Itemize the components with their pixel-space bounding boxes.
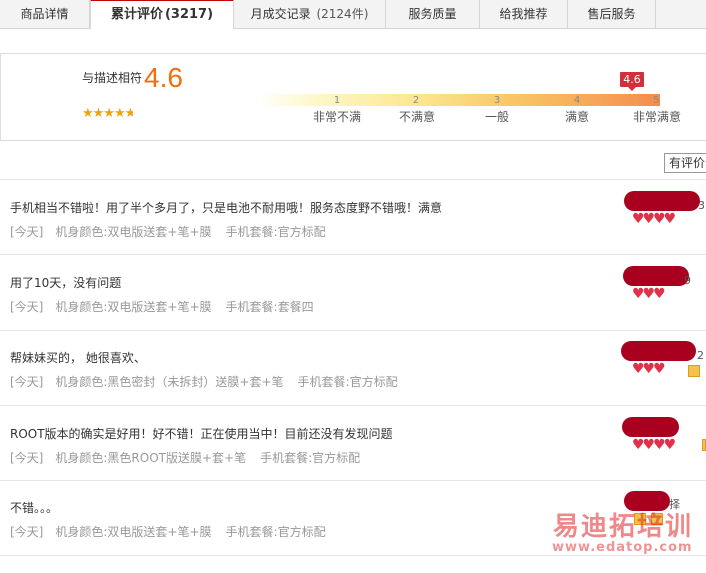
tab-count: (3217)	[164, 7, 214, 22]
review-package: 手机套餐:官方标配	[225, 525, 326, 539]
rating-panel: 与描述相符 4.6 ★★★★★ 4.6 1 2 3 4 5 非常不满 不满意 一…	[0, 53, 706, 141]
review-item: 帮妹妹买的， 她很喜欢、 [今天] 机身颜色:黑色密封（未拆封）送膜+套+笔 手机套…	[0, 341, 706, 423]
tab-count: (2124件)	[316, 7, 369, 21]
review-package: 手机套餐:官方标配	[297, 375, 398, 389]
review-date: [今天]	[10, 525, 44, 539]
review-date: [今天]	[10, 225, 44, 239]
tab-label: 服务质量	[408, 7, 457, 21]
username-redacted[interactable]	[624, 191, 700, 211]
divider	[0, 254, 706, 255]
bar-tick: 1	[333, 95, 341, 106]
score-marker: 4.6	[620, 72, 644, 91]
review-meta: [今天] 机身颜色:黑色ROOT版送膜+套+笔 手机套餐:官方标配	[10, 449, 374, 466]
username-tail: 2	[697, 349, 704, 362]
review-text: 用了10天，没有问题	[10, 276, 122, 290]
review-text: ROOT版本的确实是好用！好不错！正在使用当中！目前还没有发现问题	[10, 427, 393, 441]
review-text: 不错。。。	[10, 501, 59, 515]
level-label: 不满意	[398, 110, 435, 124]
rating-label: 与描述相符	[82, 71, 143, 85]
username-redacted[interactable]	[622, 417, 679, 437]
username-tail: 9	[684, 274, 691, 287]
star-rating: ★★★★★	[82, 106, 133, 121]
bar-tick: 2	[412, 95, 420, 106]
heart-rank-icon: ♥♥♥	[632, 286, 666, 302]
divider	[0, 480, 706, 481]
heart-rank-icon: ♥♥♥	[632, 361, 666, 377]
divider	[0, 405, 706, 406]
rating-gradient-bar	[259, 94, 660, 106]
watermark-url: www.edatop.com	[552, 540, 693, 555]
review-meta: [今天] 机身颜色:双电版送套+笔+膜 手机套餐:套餐四	[10, 298, 328, 315]
tab-recommend[interactable]: 给我推荐	[480, 0, 568, 28]
username-tail: 3	[698, 199, 705, 212]
bar-tick: 3	[493, 95, 501, 106]
review-color: 机身颜色:双电版送套+笔+膜	[55, 225, 212, 239]
level-label: 非常满意	[632, 110, 681, 124]
review-color: 机身颜色:黑色密封（未拆封）送膜+套+笔	[55, 375, 284, 389]
review-package: 手机套餐:官方标配	[260, 451, 361, 465]
vip-badge-icon	[702, 439, 706, 451]
review-text: 帮妹妹买的， 她很喜欢、	[10, 351, 146, 365]
level-label: 一般	[484, 110, 509, 124]
review-date: [今天]	[10, 451, 44, 465]
heart-rank-icon: ♥♥♥♥	[632, 211, 676, 227]
tab-product-details[interactable]: 商品详情	[0, 0, 90, 28]
level-label: 非常不满	[312, 110, 361, 124]
username-redacted[interactable]	[623, 266, 689, 286]
review-meta: [今天] 机身颜色:双电版送套+笔+膜 手机套餐:官方标配	[10, 523, 340, 540]
review-meta: [今天] 机身颜色:双电版送套+笔+膜 手机套餐:官方标配	[10, 223, 340, 240]
review-item: 用了10天，没有问题 [今天] 机身颜色:双电版送套+笔+膜 手机套餐:套餐四 9 …	[0, 266, 706, 348]
tab-label: 商品详情	[20, 7, 69, 21]
divider	[0, 555, 706, 556]
tab-label: 累计评价	[110, 7, 163, 22]
level-label: 满意	[564, 110, 589, 124]
bar-tick: 4	[573, 95, 581, 106]
username-redacted[interactable]	[621, 341, 696, 361]
tab-label: 月成交记录	[250, 7, 311, 21]
tab-label: 给我推荐	[499, 7, 548, 21]
rating-score: 4.6	[144, 62, 183, 93]
vip-badge-icon	[688, 365, 700, 377]
divider	[0, 179, 706, 180]
tab-bar: 商品详情 累计评价 (3217) 月成交记录 (2124件) 服务质量 给我推荐 …	[0, 0, 706, 29]
review-item: ROOT版本的确实是好用！好不错！正在使用当中！目前还没有发现问题 [今天] 机身…	[0, 417, 706, 499]
review-package: 手机套餐:套餐四	[225, 300, 314, 314]
tab-after-sales[interactable]: 售后服务	[568, 0, 656, 28]
review-date: [今天]	[10, 300, 44, 314]
tab-monthly-sales[interactable]: 月成交记录 (2124件)	[234, 0, 386, 28]
review-color: 机身颜色:双电版送套+笔+膜	[55, 300, 212, 314]
tab-reviews[interactable]: 累计评价 (3217)	[90, 0, 234, 29]
bar-tick: 5	[652, 95, 660, 106]
review-meta: [今天] 机身颜色:黑色密封（未拆封）送膜+套+笔 手机套餐:官方标配	[10, 373, 412, 390]
review-package: 手机套餐:官方标配	[225, 225, 326, 239]
heart-rank-icon: ♥♥♥♥	[632, 437, 676, 453]
watermark-logo: 易迪拓培训	[553, 512, 694, 542]
tab-service-quality[interactable]: 服务质量	[386, 0, 480, 28]
review-date: [今天]	[10, 375, 44, 389]
review-item: 手机相当不错啦！用了半个多月了，只是电池不耐用哦！服务态度野不错哦！满意 [今天…	[0, 191, 706, 273]
divider	[0, 330, 706, 331]
review-color: 机身颜色:黑色ROOT版送膜+套+笔	[55, 451, 247, 465]
review-color: 机身颜色:双电版送套+笔+膜	[55, 525, 212, 539]
review-text: 手机相当不错啦！用了半个多月了，只是电池不耐用哦！服务态度野不错哦！满意	[10, 201, 443, 215]
has-review-filter[interactable]: 有评价	[664, 153, 706, 173]
tab-label: 售后服务	[587, 7, 636, 21]
